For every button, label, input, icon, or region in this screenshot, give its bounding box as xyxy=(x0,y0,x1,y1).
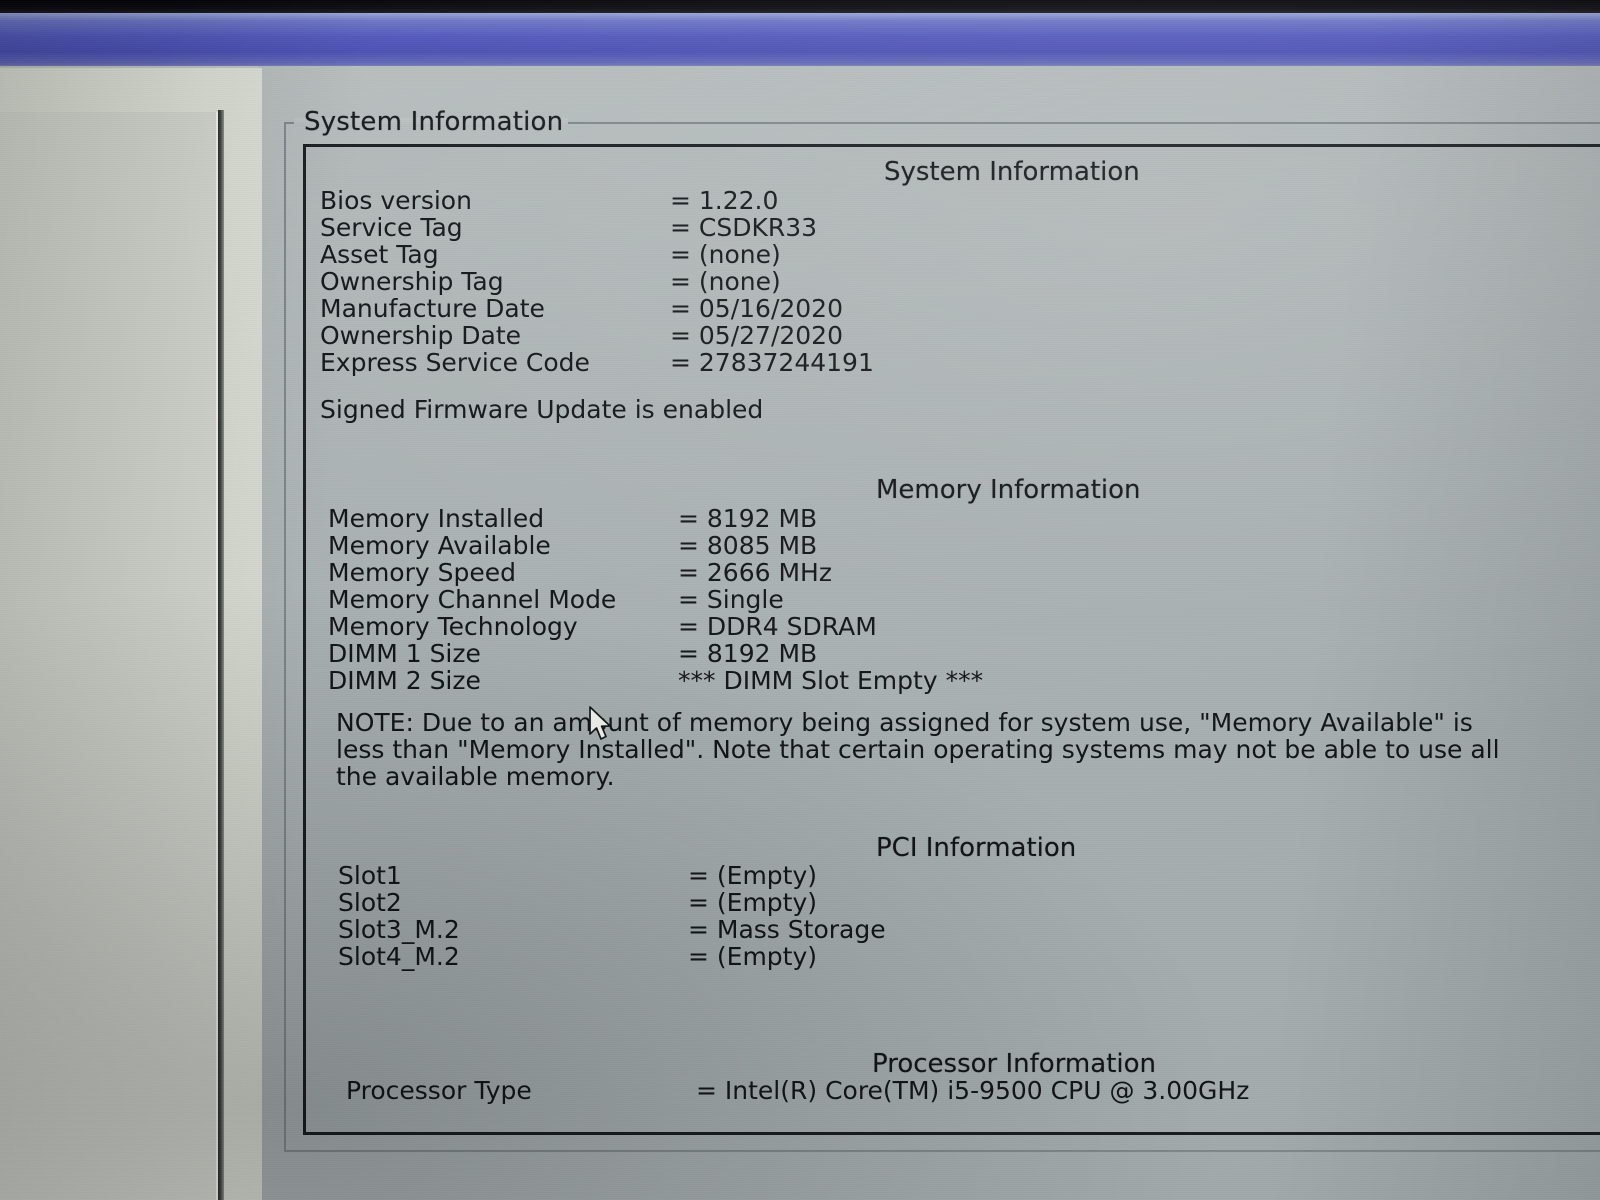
row-value: = 8085 MB xyxy=(678,531,818,560)
heading-processor-information: Processor Information xyxy=(872,1049,1156,1079)
row-key: Ownership Date xyxy=(320,321,522,350)
row-key: Slot2 xyxy=(338,888,402,917)
bios-screen-photo: System Information System Information Bi… xyxy=(0,0,1600,1200)
table-row: Processor Type = Intel(R) Core(TM) i5-95… xyxy=(346,1077,1249,1104)
row-value: = 05/27/2020 xyxy=(670,321,843,350)
row-value: = (none) xyxy=(670,240,781,269)
table-row: Memory Technology = DDR4 SDRAM xyxy=(328,613,983,640)
row-key: Ownership Tag xyxy=(320,267,504,296)
row-value: = (Empty) xyxy=(688,888,818,917)
table-row: Express Service Code = 27837244191 xyxy=(320,349,874,376)
row-value: = 8192 MB xyxy=(678,504,818,533)
row-key: DIMM 1 Size xyxy=(328,639,481,668)
monitor-bezel-top xyxy=(0,0,1600,14)
row-key: Memory Available xyxy=(328,531,551,560)
row-value: = 05/16/2020 xyxy=(670,294,843,323)
row-value: *** DIMM Slot Empty *** xyxy=(678,666,984,695)
signed-firmware-update-status: Signed Firmware Update is enabled xyxy=(320,395,764,424)
table-row: Slot1 = (Empty) xyxy=(338,862,886,889)
heading-memory-information: Memory Information xyxy=(876,475,1141,505)
table-row: Memory Available = 8085 MB xyxy=(328,532,983,559)
table-row: DIMM 2 Size *** DIMM Slot Empty *** xyxy=(328,667,983,694)
row-key: Express Service Code xyxy=(320,348,590,377)
row-value: = (none) xyxy=(670,267,781,296)
row-key: Memory Speed xyxy=(328,558,516,587)
table-row: Slot3_M.2 = Mass Storage xyxy=(338,916,886,943)
row-key: Memory Technology xyxy=(328,612,578,641)
table-row: Slot4_M.2 = (Empty) xyxy=(338,943,886,970)
row-value: = Mass Storage xyxy=(688,915,886,944)
table-pci-information: Slot1 = (Empty) Slot2 = (Empty) Slot3_M.… xyxy=(338,862,886,970)
row-value: = Single xyxy=(678,585,784,614)
system-information-content-box: System Information Bios version = 1.22.0… xyxy=(303,144,1600,1135)
row-value: = 8192 MB xyxy=(678,639,818,668)
row-value: = 27837244191 xyxy=(670,348,874,377)
row-key: Slot4_M.2 xyxy=(338,942,460,971)
memory-available-note: NOTE: Due to an amount of memory being a… xyxy=(336,708,1500,791)
table-row: Ownership Date = 05/27/2020 xyxy=(320,322,874,349)
row-value: = 2666 MHz xyxy=(678,558,832,587)
table-system-information: Bios version = 1.22.0 Service Tag = CSDK… xyxy=(320,187,874,376)
row-key: Bios version xyxy=(320,186,472,215)
table-memory-information: Memory Installed = 8192 MB Memory Availa… xyxy=(328,505,983,694)
row-value: = Intel(R) Core(TM) i5-9500 CPU @ 3.00GH… xyxy=(696,1076,1250,1105)
row-key: Slot3_M.2 xyxy=(338,915,460,944)
heading-system-information: System Information xyxy=(884,157,1140,187)
left-panel-divider xyxy=(218,110,224,1200)
row-value: = 1.22.0 xyxy=(670,186,779,215)
row-key: Manufacture Date xyxy=(320,294,545,323)
table-processor-information: Processor Type = Intel(R) Core(TM) i5-95… xyxy=(346,1077,1249,1104)
table-row: Memory Installed = 8192 MB xyxy=(328,505,983,532)
row-key: Processor Type xyxy=(346,1076,532,1105)
groupbox-legend-label: System Information xyxy=(304,107,564,137)
row-value: = DDR4 SDRAM xyxy=(678,612,877,641)
table-row: DIMM 1 Size = 8192 MB xyxy=(328,640,983,667)
table-row: Memory Speed = 2666 MHz xyxy=(328,559,983,586)
table-row: Slot2 = (Empty) xyxy=(338,889,886,916)
row-value: = (Empty) xyxy=(688,942,818,971)
table-row: Bios version = 1.22.0 xyxy=(320,187,874,214)
heading-pci-information: PCI Information xyxy=(876,833,1077,863)
row-key: DIMM 2 Size xyxy=(328,666,481,695)
bios-title-bar xyxy=(0,13,1600,70)
row-key: Memory Installed xyxy=(328,504,545,533)
row-key: Asset Tag xyxy=(320,240,439,269)
row-key: Service Tag xyxy=(320,213,463,242)
table-row: Asset Tag = (none) xyxy=(320,241,874,268)
table-row: Ownership Tag = (none) xyxy=(320,268,874,295)
table-row: Memory Channel Mode = Single xyxy=(328,586,983,613)
left-navigation-panel[interactable] xyxy=(0,112,221,1200)
table-row: Manufacture Date = 05/16/2020 xyxy=(320,295,874,322)
row-key: Memory Channel Mode xyxy=(328,585,617,614)
row-value: = CSDKR33 xyxy=(670,213,818,242)
table-row: Service Tag = CSDKR33 xyxy=(320,214,874,241)
row-key: Slot1 xyxy=(338,861,402,890)
row-value: = (Empty) xyxy=(688,861,818,890)
